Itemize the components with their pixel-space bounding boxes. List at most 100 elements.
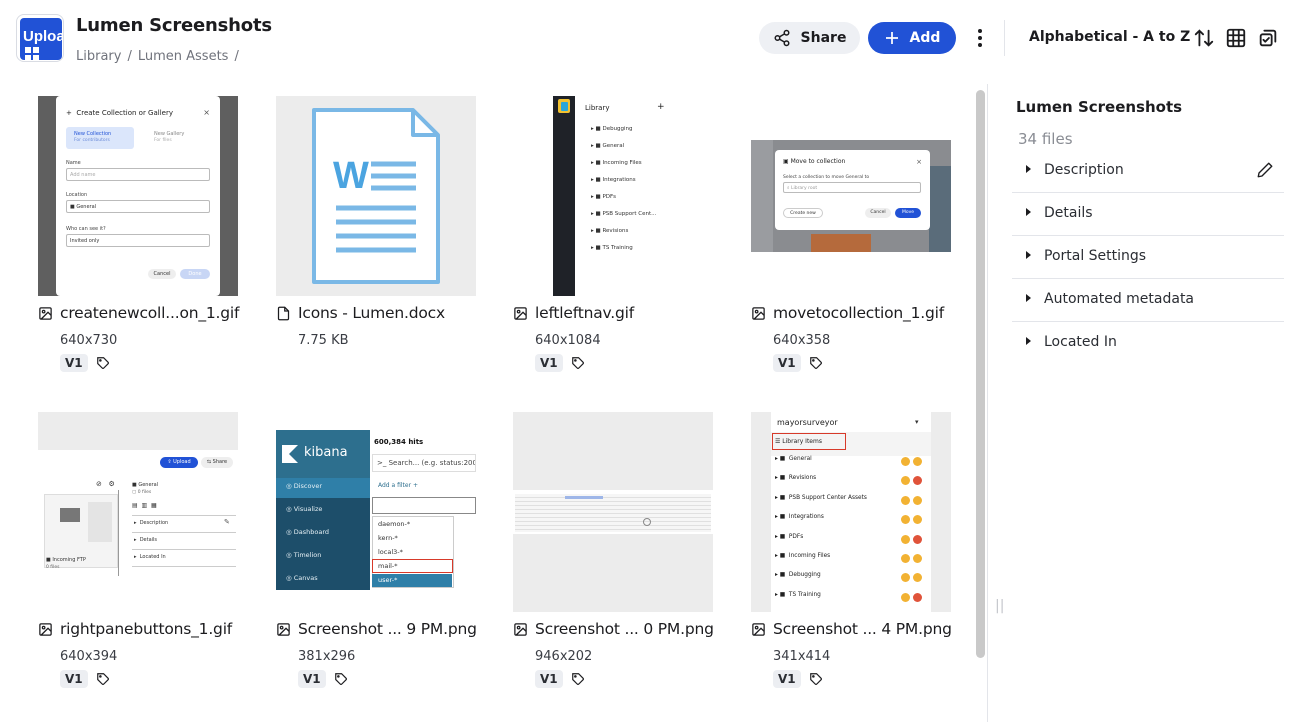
- header-divider: [1004, 20, 1005, 56]
- file-name[interactable]: Screenshot ... 4 PM.png: [751, 620, 952, 638]
- panel-title: Lumen Screenshots: [1016, 98, 1183, 116]
- image-icon: [514, 306, 527, 320]
- file-name[interactable]: rightpanebuttons_1.gif: [38, 620, 232, 638]
- page-title: Lumen Screenshots: [76, 15, 272, 36]
- file-thumbnail[interactable]: kibana ◎ Discover ◎ Visualize ◎ Dashboard ◎…: [276, 412, 476, 612]
- preview-library-item: ▸ ■ PDFs: [775, 534, 925, 550]
- file-thumbnail[interactable]: ⇪ Upload ⇆ Share ⊘ ⚙ ■ General ▢ 0 files…: [38, 412, 238, 612]
- word-document-icon: W: [312, 108, 440, 284]
- version-badge: V1: [60, 670, 88, 688]
- grid-view-icon[interactable]: [1225, 27, 1247, 49]
- image-icon: [752, 622, 765, 636]
- preview-library-item: ▸ ■ Integrations: [775, 514, 925, 530]
- preview-nav-item: ▸ ■ PDFs: [591, 194, 617, 200]
- image-icon: [39, 306, 52, 320]
- preview-nav-item: ▸ ■ Incoming Files: [591, 160, 642, 166]
- file-dimensions: 946x202: [535, 649, 593, 664]
- resize-grip-icon[interactable]: ||: [995, 598, 1004, 614]
- file-dimensions: 640x1084: [535, 333, 601, 348]
- version-badge: V1: [60, 354, 88, 372]
- preview-nav-item: ▸ ■ Integrations: [591, 177, 636, 183]
- file-dimensions: 640x394: [60, 649, 118, 664]
- preview-library-item: ▸ ■ PSB Support Center Assets: [775, 495, 925, 511]
- file-thumbnail[interactable]: [513, 412, 713, 612]
- scrollbar-thumb[interactable]: [976, 90, 985, 658]
- breadcrumb-item-library[interactable]: Library: [76, 49, 121, 64]
- tag-icon[interactable]: [571, 356, 585, 370]
- pane-divider: [987, 84, 988, 722]
- tag-icon[interactable]: [571, 672, 585, 686]
- file-thumbnail[interactable]: mayorsurveyor ▾ ☰ Library Items ▸ ■ Gene…: [751, 412, 951, 612]
- preview-kibana-nav-item: ◎ Timelion: [286, 551, 322, 559]
- image-icon: [277, 622, 290, 636]
- share-button[interactable]: Share: [759, 22, 860, 54]
- version-badge: V1: [535, 670, 563, 688]
- file-name[interactable]: createnewcoll...on_1.gif: [38, 304, 239, 322]
- file-name[interactable]: leftleftnav.gif: [513, 304, 634, 322]
- preview-kibana-option: user-*: [372, 574, 452, 587]
- caret-right-icon: [1026, 251, 1031, 259]
- caret-right-icon: [1026, 165, 1031, 173]
- preview-library-item: ▸ ■ Debugging: [775, 572, 925, 588]
- accordion-details[interactable]: Details: [1012, 193, 1284, 236]
- preview-nav-item: ▸ ■ General: [591, 143, 625, 149]
- tag-icon[interactable]: [334, 672, 348, 686]
- file-size: 7.75 KB: [298, 333, 349, 348]
- app-logo: Uploa: [16, 14, 64, 62]
- file-thumbnail[interactable]: W: [276, 96, 476, 296]
- preview-nav-item: ▸ ■ TS Training: [591, 245, 633, 251]
- image-icon: [39, 622, 52, 636]
- tag-icon[interactable]: [96, 672, 110, 686]
- share-icon: [774, 29, 790, 47]
- edit-pencil-icon[interactable]: [1256, 161, 1274, 179]
- file-dimensions: 341x414: [773, 649, 831, 664]
- file-name[interactable]: Icons - Lumen.docx: [276, 304, 445, 322]
- file-name[interactable]: movetocollection_1.gif: [751, 304, 944, 322]
- version-badge: V1: [535, 354, 563, 372]
- sort-dropdown[interactable]: Alphabetical - A to Z: [1029, 29, 1190, 45]
- preview-library-item: ▸ ■ TS Training: [775, 592, 925, 608]
- version-badge: V1: [298, 670, 326, 688]
- sort-direction-icon[interactable]: [1193, 27, 1215, 49]
- share-button-label: Share: [800, 30, 847, 46]
- breadcrumb-item-lumen-assets[interactable]: Lumen Assets: [138, 49, 229, 64]
- preview-kibana-nav-item: ◎ Discover: [286, 482, 323, 490]
- version-badge: V1: [773, 354, 801, 372]
- file-name[interactable]: Screenshot ... 9 PM.png: [276, 620, 477, 638]
- caret-right-icon: [1026, 208, 1031, 216]
- add-button-label: Add: [909, 30, 941, 46]
- file-name[interactable]: Screenshot ... 0 PM.png: [513, 620, 714, 638]
- tag-icon[interactable]: [809, 672, 823, 686]
- preview-kibana-option: daemon-*: [378, 520, 411, 528]
- accordion-portal-settings[interactable]: Portal Settings: [1012, 236, 1284, 279]
- caret-right-icon: [1026, 337, 1031, 345]
- preview-library-item: ▸ ■ General: [775, 456, 925, 472]
- preview-kibana-nav-item: ◎ Dashboard: [286, 528, 330, 536]
- file-dimensions: 640x358: [773, 333, 831, 348]
- file-dimensions: 640x730: [60, 333, 118, 348]
- preview-nav-item: ▸ ■ Debugging: [591, 126, 633, 132]
- image-icon: [752, 306, 765, 320]
- tag-icon[interactable]: [96, 356, 110, 370]
- accordion-located-in[interactable]: Located In: [1012, 322, 1284, 365]
- preview-library-item: ▸ ■ Revisions: [775, 475, 925, 491]
- breadcrumb: Library / Lumen Assets /: [76, 49, 239, 64]
- more-options-icon[interactable]: [970, 26, 990, 50]
- file-dimensions: 381x296: [298, 649, 356, 664]
- preview-nav-item: ▸ ■ Revisions: [591, 228, 629, 234]
- logo-text: Uploa: [23, 28, 62, 45]
- accordion-automated-metadata[interactable]: Automated metadata: [1012, 279, 1284, 322]
- file-thumbnail[interactable]: Library + ▸ ■ Debugging ▸ ■ General ▸ ■ In…: [513, 96, 713, 296]
- panel-file-count: 34 files: [1018, 130, 1073, 148]
- image-icon: [514, 622, 527, 636]
- preview-kibana-option: kern-*: [378, 534, 398, 542]
- select-mode-icon[interactable]: [1257, 27, 1279, 49]
- add-button[interactable]: Add: [868, 22, 956, 54]
- accordion-description[interactable]: Description: [1012, 150, 1284, 193]
- file-thumbnail[interactable]: ▣ Move to collection × Select a collecti…: [751, 96, 951, 296]
- preview-library-item: ▸ ■ Incoming Files: [775, 553, 925, 569]
- document-icon: [277, 306, 290, 320]
- caret-right-icon: [1026, 294, 1031, 302]
- file-thumbnail[interactable]: + Create Collection or Gallery × New Col…: [38, 96, 238, 296]
- tag-icon[interactable]: [809, 356, 823, 370]
